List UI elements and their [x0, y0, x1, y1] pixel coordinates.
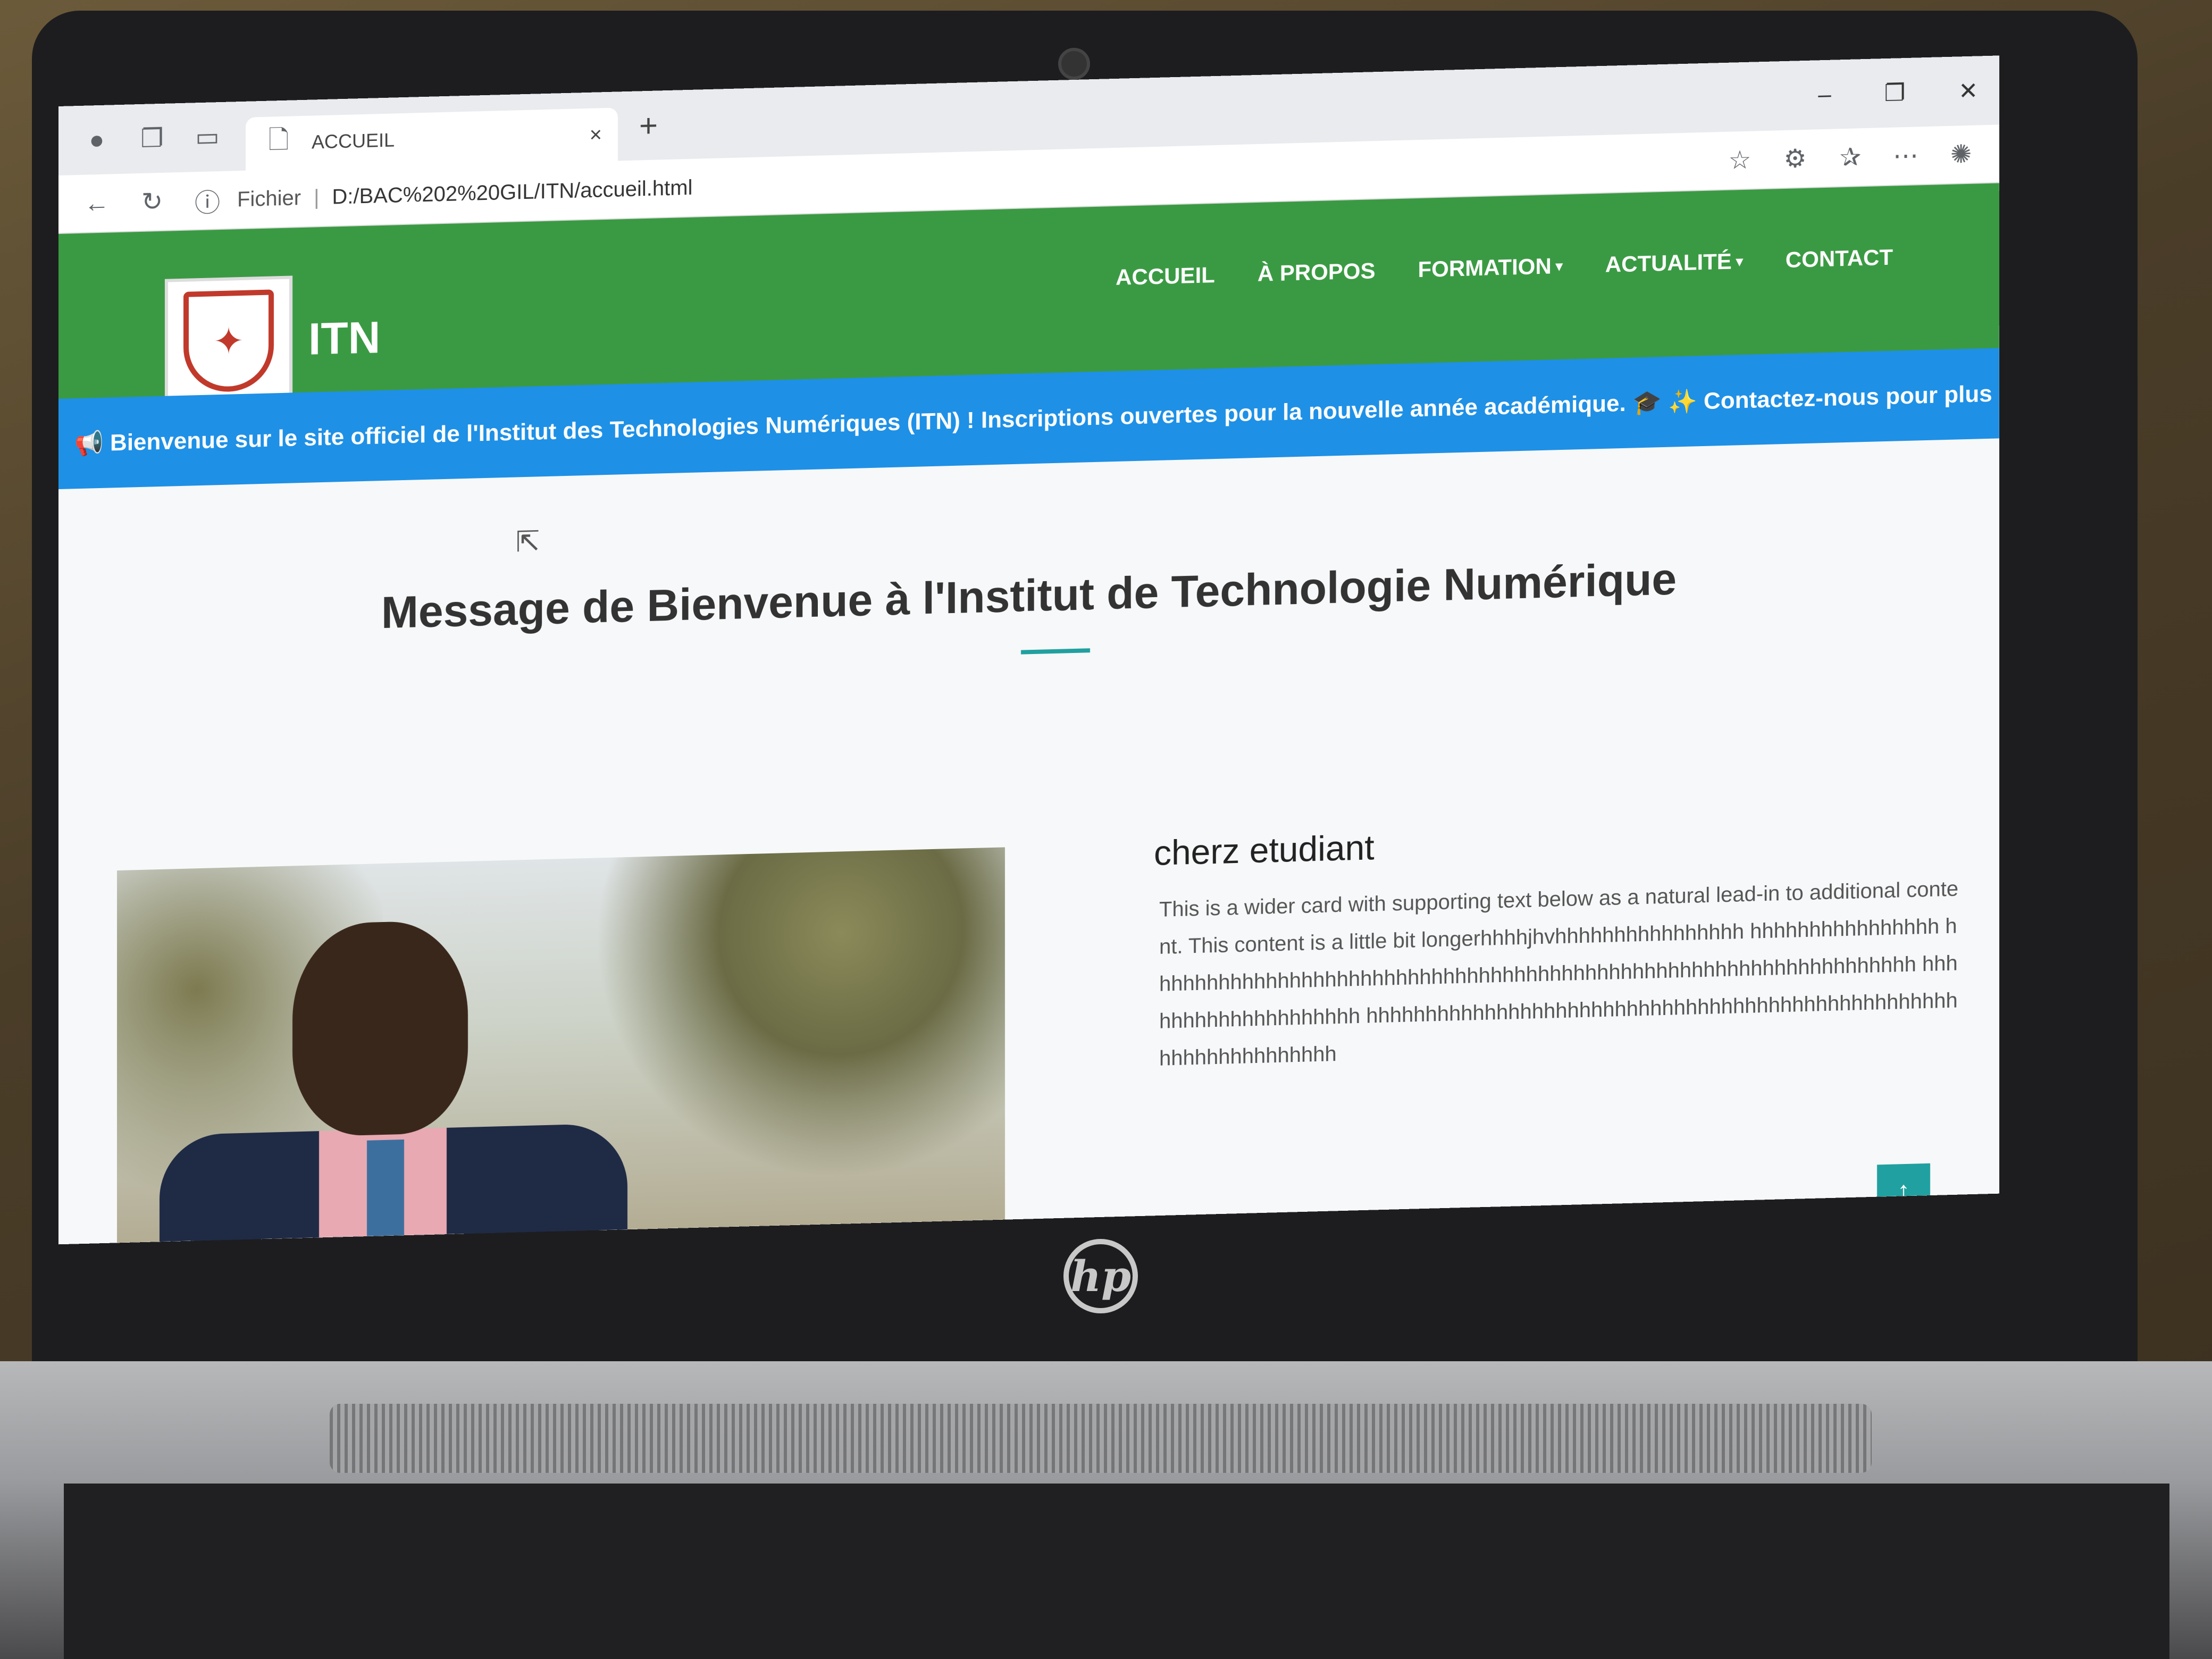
new-tab-icon[interactable]: +	[639, 107, 658, 144]
shield-icon: ✦	[183, 289, 274, 393]
nav-a-propos[interactable]: À PROPOS	[1258, 258, 1376, 287]
info-icon[interactable]: ⓘ	[190, 183, 224, 218]
restore-icon[interactable]: ❐	[1884, 79, 1905, 107]
copilot-icon[interactable]: ✺	[1944, 137, 1978, 172]
caret-down-icon: ▾	[1736, 253, 1743, 269]
url-text: D:/BAC%202%20GIL/ITN/accueil.html	[332, 175, 693, 209]
nav-accueil[interactable]: ACCUEIL	[1116, 262, 1215, 290]
page-icon: 🗋	[268, 125, 289, 155]
web-page: ✦ ITN ACCUEIL À PROPOS FORMATION ▾ ACTUAL…	[58, 183, 1999, 1244]
brand-name: ITN	[308, 312, 381, 364]
back-icon[interactable]: ←	[80, 186, 114, 221]
browser-tab[interactable]: 🗋 ACCUEIL ×	[246, 107, 618, 171]
extensions-icon[interactable]: ⚙	[1778, 141, 1812, 177]
hp-logo: hp	[1063, 1239, 1138, 1313]
speaker-grille	[330, 1404, 1872, 1473]
close-tab-icon[interactable]: ×	[590, 123, 602, 147]
brand[interactable]: ✦ ITN	[165, 273, 380, 407]
collections-icon[interactable]: ❐	[135, 121, 169, 156]
keyboard	[64, 1484, 2169, 1659]
favorites-icon[interactable]: ✰	[1833, 140, 1867, 175]
site-logo: ✦	[165, 275, 292, 407]
laptop-screen: ● ❐ ▭ 🗋 ACCUEIL × + – ❐ ✕ ← ↻ ⓘ Fichier …	[58, 55, 1999, 1244]
nav-actualite-label: ACTUALITÉ	[1605, 248, 1732, 277]
card-title: cherz etudiant	[1154, 827, 1375, 873]
scheme-label: Fichier	[237, 186, 301, 211]
minimize-icon[interactable]: –	[1818, 81, 1831, 108]
more-icon[interactable]: ⋯	[1889, 138, 1923, 173]
nav-contact[interactable]: CONTACT	[1786, 245, 1893, 273]
close-window-icon[interactable]: ✕	[1958, 77, 1978, 105]
webcam	[1058, 48, 1090, 80]
student-photo	[117, 847, 1005, 1244]
tab-actions-icon[interactable]: ▭	[190, 120, 224, 155]
nav-formation-label: FORMATION	[1418, 253, 1552, 282]
favorite-star-icon[interactable]: ☆	[1723, 143, 1757, 178]
nav-actualite[interactable]: ACTUALITÉ ▾	[1605, 248, 1743, 278]
separator: |	[314, 185, 320, 209]
nav-formation[interactable]: FORMATION ▾	[1418, 253, 1563, 282]
tab-title: ACCUEIL	[312, 129, 395, 153]
caret-down-icon: ▾	[1555, 257, 1563, 274]
page-title: Message de Bienvenue à l'Institut de Tec…	[381, 554, 1677, 638]
main-nav: ACCUEIL À PROPOS FORMATION ▾ ACTUALITÉ ▾ C…	[1116, 245, 1893, 290]
profile-icon[interactable]: ●	[80, 122, 114, 157]
title-underline	[1021, 648, 1090, 655]
card-text: This is a wider card with supporting tex…	[1159, 877, 1959, 1070]
refresh-icon[interactable]: ↻	[135, 185, 169, 220]
mouse-cursor-icon: ⇱	[516, 525, 540, 558]
